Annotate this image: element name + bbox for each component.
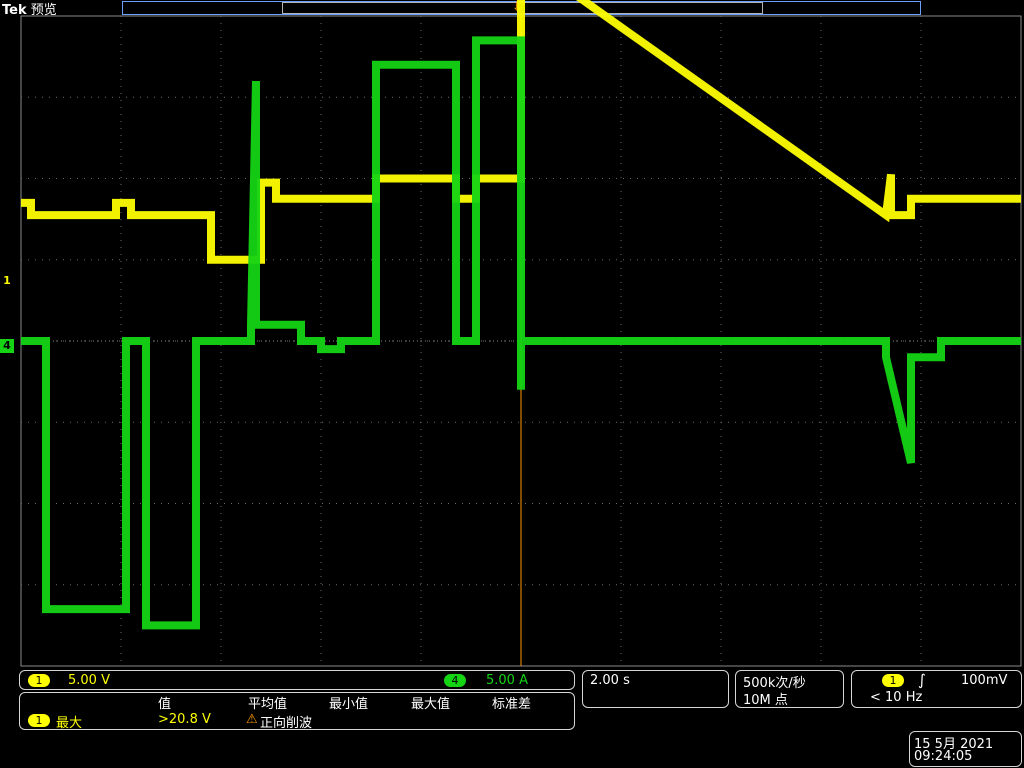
measure-warning: 正向削波 (260, 716, 313, 731)
ch4-scale: 5.00 A (486, 673, 528, 688)
measure-header-min: 最小值 (329, 697, 369, 712)
time-label: 09:24:05 (914, 749, 973, 764)
waveform-display (20, 0, 1022, 667)
measure-header-max: 最大值 (411, 697, 451, 712)
ch1-scale: 5.00 V (68, 673, 110, 688)
measure-name: 最大 (56, 716, 83, 731)
trigger-frequency: < 10 Hz (870, 690, 923, 705)
measure-value: >20.8 V (158, 712, 211, 727)
trigger-ch-badge: 1 (882, 674, 904, 687)
ch1-ground-marker[interactable]: 1 (0, 274, 14, 288)
record-points: 10M 点 (743, 693, 788, 708)
trigger-panel[interactable]: 1 ∫ 100mV < 10 Hz (851, 670, 1022, 708)
channel-scale-panel[interactable]: 1 5.00 V 4 5.00 A (19, 670, 575, 690)
rising-edge-icon: ∫ (918, 671, 926, 689)
measure-header-value: 值 (158, 697, 172, 712)
warning-icon: ⚠ (246, 712, 258, 727)
measure-header-std: 标准差 (492, 697, 532, 712)
measure-ch1-badge: 1 (28, 714, 50, 727)
acquisition-panel[interactable]: 500k次/秒 10M 点 (735, 670, 844, 708)
trigger-level: 100mV (961, 673, 1008, 688)
datetime-panel: 15 5月 2021 09:24:05 (909, 731, 1022, 767)
timebase-scale: 2.00 s (590, 673, 630, 688)
timebase-panel[interactable]: 2.00 s (582, 670, 729, 708)
ch4-badge[interactable]: 4 (444, 674, 466, 687)
ch4-ground-marker[interactable]: 4 (0, 339, 14, 353)
measurement-panel[interactable]: 值 平均值 最小值 最大值 标准差 1 最大 >20.8 V ⚠ 正向削波 (19, 692, 575, 731)
ch1-badge[interactable]: 1 (28, 674, 50, 687)
measure-header-mean: 平均值 (248, 697, 288, 712)
